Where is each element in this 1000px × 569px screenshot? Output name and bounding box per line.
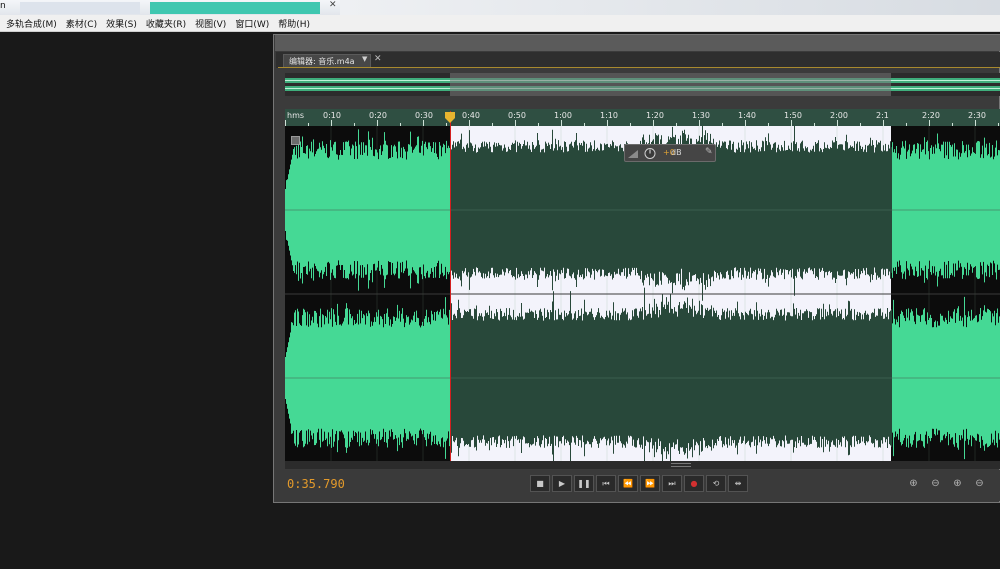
- play-icon: ▶: [558, 479, 566, 488]
- zoom-out-icon: ⊖: [975, 478, 984, 489]
- zoom-out-amplitude-button[interactable]: ⊖: [928, 477, 943, 491]
- playhead-marker-icon[interactable]: [445, 112, 455, 124]
- ruler-label: 1:40: [738, 111, 756, 120]
- menu-help[interactable]: 帮助(H): [278, 17, 310, 30]
- go-to-end-icon: ⏭: [668, 479, 676, 488]
- skip-selection-icon: ⇹: [734, 479, 742, 488]
- ruler-label: 2:1: [876, 111, 889, 120]
- waveform-display[interactable]: [285, 126, 1000, 461]
- ruler-label: 0:20: [369, 111, 387, 120]
- taskbar-tab-active[interactable]: [150, 2, 320, 14]
- stop-icon: ■: [536, 479, 544, 488]
- playhead-line[interactable]: [450, 111, 451, 461]
- ruler-label: 0:50: [508, 111, 526, 120]
- zoom-out-time-button[interactable]: ⊖: [972, 477, 987, 491]
- ruler-label: 2:30: [968, 111, 986, 120]
- volume-hud[interactable]: +0 dB ✎: [624, 144, 716, 162]
- panel-tab-row: [276, 52, 1000, 68]
- record-icon: ●: [690, 479, 698, 488]
- volume-unit: dB: [671, 148, 682, 157]
- fast-forward-button[interactable]: ⏩: [640, 475, 660, 492]
- ruler-label: 1:10: [600, 111, 618, 120]
- record-button[interactable]: ●: [684, 475, 704, 492]
- menu-multitrack[interactable]: 多轨合成(M): [6, 17, 57, 30]
- overview-visible-range[interactable]: [450, 73, 891, 96]
- rewind-icon: ⏪: [623, 479, 633, 488]
- ruler-label: 2:20: [922, 111, 940, 120]
- zoom-in-icon: ⊕: [953, 478, 962, 489]
- resize-grip-icon[interactable]: [671, 463, 691, 467]
- menu-effects[interactable]: 效果(S): [106, 17, 137, 30]
- zoom-in-time-button[interactable]: ⊕: [950, 477, 965, 491]
- close-tab-icon[interactable]: ✕: [374, 54, 382, 64]
- zoom-in-icon: ⊕: [909, 478, 918, 489]
- rewind-button[interactable]: ⏪: [618, 475, 638, 492]
- editor-window-header[interactable]: [275, 35, 1000, 51]
- menu-favorites[interactable]: 收藏夹(R): [146, 17, 186, 30]
- channel-2-selected-waveform: [450, 287, 892, 461]
- ruler-label: 1:50: [784, 111, 802, 120]
- horizontal-scrollbar[interactable]: [285, 461, 1000, 469]
- loop-button[interactable]: ⟲: [706, 475, 726, 492]
- fast-forward-icon: ⏩: [645, 479, 655, 488]
- channel-toggle-icon[interactable]: [291, 136, 300, 145]
- volume-knob-icon[interactable]: [628, 148, 658, 159]
- ruler-label: 1:30: [692, 111, 710, 120]
- ruler-label: 1:20: [646, 111, 664, 120]
- menu-view[interactable]: 视图(V): [195, 17, 226, 30]
- skip-selection-button[interactable]: ⇹: [728, 475, 748, 492]
- go-to-start-icon: ⏮: [602, 479, 610, 488]
- background-strip: [340, 0, 1000, 15]
- ruler-label: 1:00: [554, 111, 572, 120]
- menu-window[interactable]: 窗口(W): [235, 17, 269, 30]
- zoom-in-amplitude-button[interactable]: ⊕: [906, 477, 921, 491]
- loop-icon: ⟲: [712, 479, 720, 488]
- pin-icon[interactable]: ✎: [705, 147, 713, 157]
- app-title: n: [0, 1, 6, 11]
- ruler-unit: hms: [287, 111, 305, 120]
- zoom-out-icon: ⊖: [931, 478, 940, 489]
- pause-icon: ❚❚: [577, 479, 591, 488]
- ruler-label: 0:10: [323, 111, 341, 120]
- ruler-label: 0:40: [462, 111, 480, 120]
- go-to-start-button[interactable]: ⏮: [596, 475, 616, 492]
- ruler-label: 0:30: [415, 111, 433, 120]
- dropdown-triangle-icon[interactable]: ▼: [362, 55, 367, 63]
- close-icon[interactable]: ✕: [329, 0, 337, 10]
- window-title-bar: n ✕: [0, 0, 1000, 15]
- go-to-end-button[interactable]: ⏭: [662, 475, 682, 492]
- stop-button[interactable]: ■: [530, 475, 550, 492]
- menu-bar: 多轨合成(M) 素材(C) 效果(S) 收藏夹(R) 视图(V) 窗口(W) 帮…: [0, 15, 1000, 32]
- pause-button[interactable]: ❚❚: [574, 475, 594, 492]
- current-time-display[interactable]: 0:35.790: [287, 477, 345, 491]
- editor-file-tab[interactable]: 编辑器: 音乐.m4a: [283, 54, 371, 67]
- taskbar-tab[interactable]: [20, 2, 140, 14]
- transport-bar: [276, 470, 1000, 501]
- play-button[interactable]: ▶: [552, 475, 572, 492]
- panel-focus-border: [278, 67, 1000, 68]
- menu-clip[interactable]: 素材(C): [66, 17, 97, 30]
- time-ruler[interactable]: hms 0:10 0:20 0:30 0:40 0:50 1:00 1:10 1…: [285, 109, 1000, 126]
- ruler-label: 2:00: [830, 111, 848, 120]
